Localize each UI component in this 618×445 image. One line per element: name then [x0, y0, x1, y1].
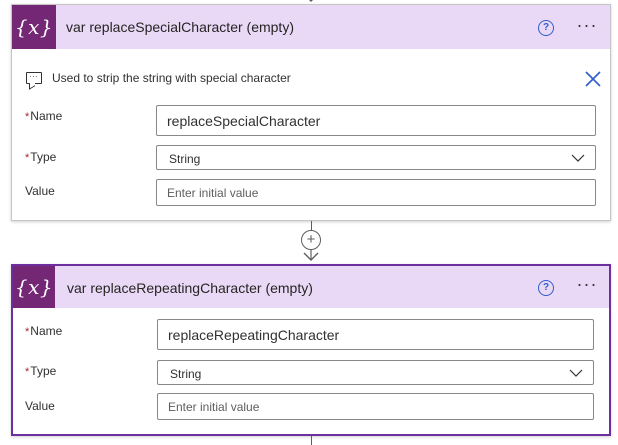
down-arrow-icon	[303, 249, 319, 261]
connector-line	[311, 436, 312, 445]
required-marker: *	[25, 326, 30, 338]
required-marker: *	[25, 111, 30, 123]
card-header[interactable]: {x} var replaceSpecialCharacter (empty) …	[12, 5, 610, 49]
type-label: *Type	[25, 364, 57, 378]
help-icon[interactable]: ?	[538, 20, 554, 36]
more-options-icon[interactable]: ···	[575, 16, 599, 35]
variable-action-card-selected[interactable]: {x} var replaceRepeatingCharacter (empty…	[11, 264, 611, 436]
required-marker: *	[25, 152, 30, 164]
value-label: Value	[25, 184, 55, 198]
required-marker: *	[25, 366, 30, 378]
comment-icon: ···	[26, 72, 42, 84]
chevron-down-icon	[569, 369, 583, 377]
more-options-icon[interactable]: ···	[575, 275, 599, 294]
type-dropdown-value: String	[169, 152, 201, 166]
card-title[interactable]: var replaceRepeatingCharacter (empty)	[67, 266, 313, 308]
name-field-value: replaceSpecialCharacter	[167, 113, 321, 129]
type-dropdown-value: String	[170, 367, 202, 381]
comment-text[interactable]: Used to strip the string with special ch…	[52, 71, 291, 85]
value-input-field[interactable]	[158, 394, 593, 419]
variable-action-card[interactable]: {x} var replaceSpecialCharacter (empty) …	[11, 4, 611, 221]
value-input-field[interactable]	[157, 180, 595, 205]
close-icon[interactable]	[584, 70, 602, 88]
name-field[interactable]: replaceSpecialCharacter	[156, 105, 596, 136]
comment-row: ··· Used to strip the string with specia…	[26, 69, 601, 89]
value-input[interactable]	[157, 393, 594, 420]
variable-icon: {x}	[12, 5, 56, 49]
add-step-button[interactable]: +	[301, 230, 321, 250]
name-label: *Name	[25, 109, 63, 123]
name-label: *Name	[25, 324, 63, 338]
name-field-value: replaceRepeatingCharacter	[168, 327, 340, 343]
name-field[interactable]: replaceRepeatingCharacter	[157, 319, 594, 350]
card-header[interactable]: {x} var replaceRepeatingCharacter (empty…	[13, 266, 609, 308]
type-label: *Type	[25, 150, 57, 164]
help-icon[interactable]: ?	[538, 280, 554, 296]
value-input[interactable]	[156, 179, 596, 206]
chevron-down-icon	[571, 154, 585, 162]
variable-icon: {x}	[13, 266, 55, 308]
type-dropdown[interactable]: String	[157, 360, 594, 385]
type-dropdown[interactable]: String	[156, 145, 596, 170]
value-label: Value	[25, 399, 55, 413]
card-title[interactable]: var replaceSpecialCharacter (empty)	[66, 5, 294, 49]
